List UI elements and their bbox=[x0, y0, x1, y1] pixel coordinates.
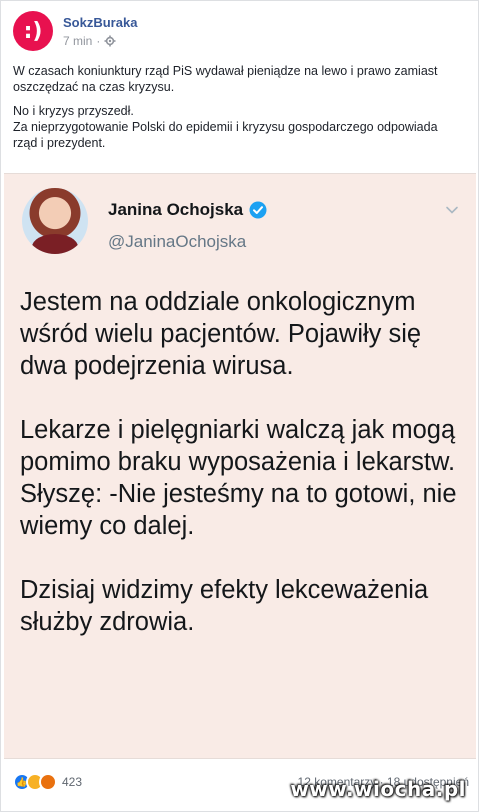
verified-badge-icon bbox=[249, 201, 267, 219]
gear-icon bbox=[104, 35, 116, 47]
chevron-down-icon bbox=[446, 206, 458, 214]
post-time[interactable]: 7 min bbox=[63, 34, 92, 48]
page-avatar[interactable]: :) bbox=[13, 11, 53, 51]
tweet-text: Jestem na oddziale onkologicznym wśród w… bbox=[20, 286, 468, 670]
tweet-image[interactable]: Janina Ochojska @JaninaOchojska Jestem n… bbox=[4, 173, 476, 759]
post-paragraph: W czasach koniunktury rząd PiS wydawał p… bbox=[13, 64, 438, 94]
angry-reaction-icon bbox=[39, 773, 57, 791]
tweet-author-handle: @JaninaOchojska bbox=[108, 232, 247, 251]
tweet-paragraph: Jestem na oddziale onkologicznym wśród w… bbox=[20, 288, 422, 380]
page-name-link[interactable]: SokzBuraka bbox=[63, 15, 137, 30]
tweet-author-avatar bbox=[22, 188, 88, 254]
facebook-post: :) SokzBuraka 7 min · W czasach koniunkt… bbox=[0, 0, 479, 812]
tweet-paragraph: Lekarze i pielęgniarki walczą jak mogą p… bbox=[20, 416, 457, 540]
reactions-summary[interactable]: 👍 423 bbox=[13, 773, 82, 791]
tweet-author-name: Janina Ochojska bbox=[108, 200, 267, 220]
reaction-count: 423 bbox=[62, 775, 83, 789]
tweet-paragraph: Dzisiaj widzimy efekty lekceważenia służ… bbox=[20, 576, 429, 636]
post-paragraph: No i kryzys przyszedł. Za nieprzygotowan… bbox=[13, 104, 438, 150]
post-meta: 7 min · bbox=[63, 34, 116, 48]
post-text: W czasach koniunktury rząd PiS wydawał p… bbox=[13, 63, 465, 159]
post-header: :) SokzBuraka 7 min · bbox=[13, 11, 463, 55]
watermark: www.wiocha.pl bbox=[290, 777, 466, 801]
